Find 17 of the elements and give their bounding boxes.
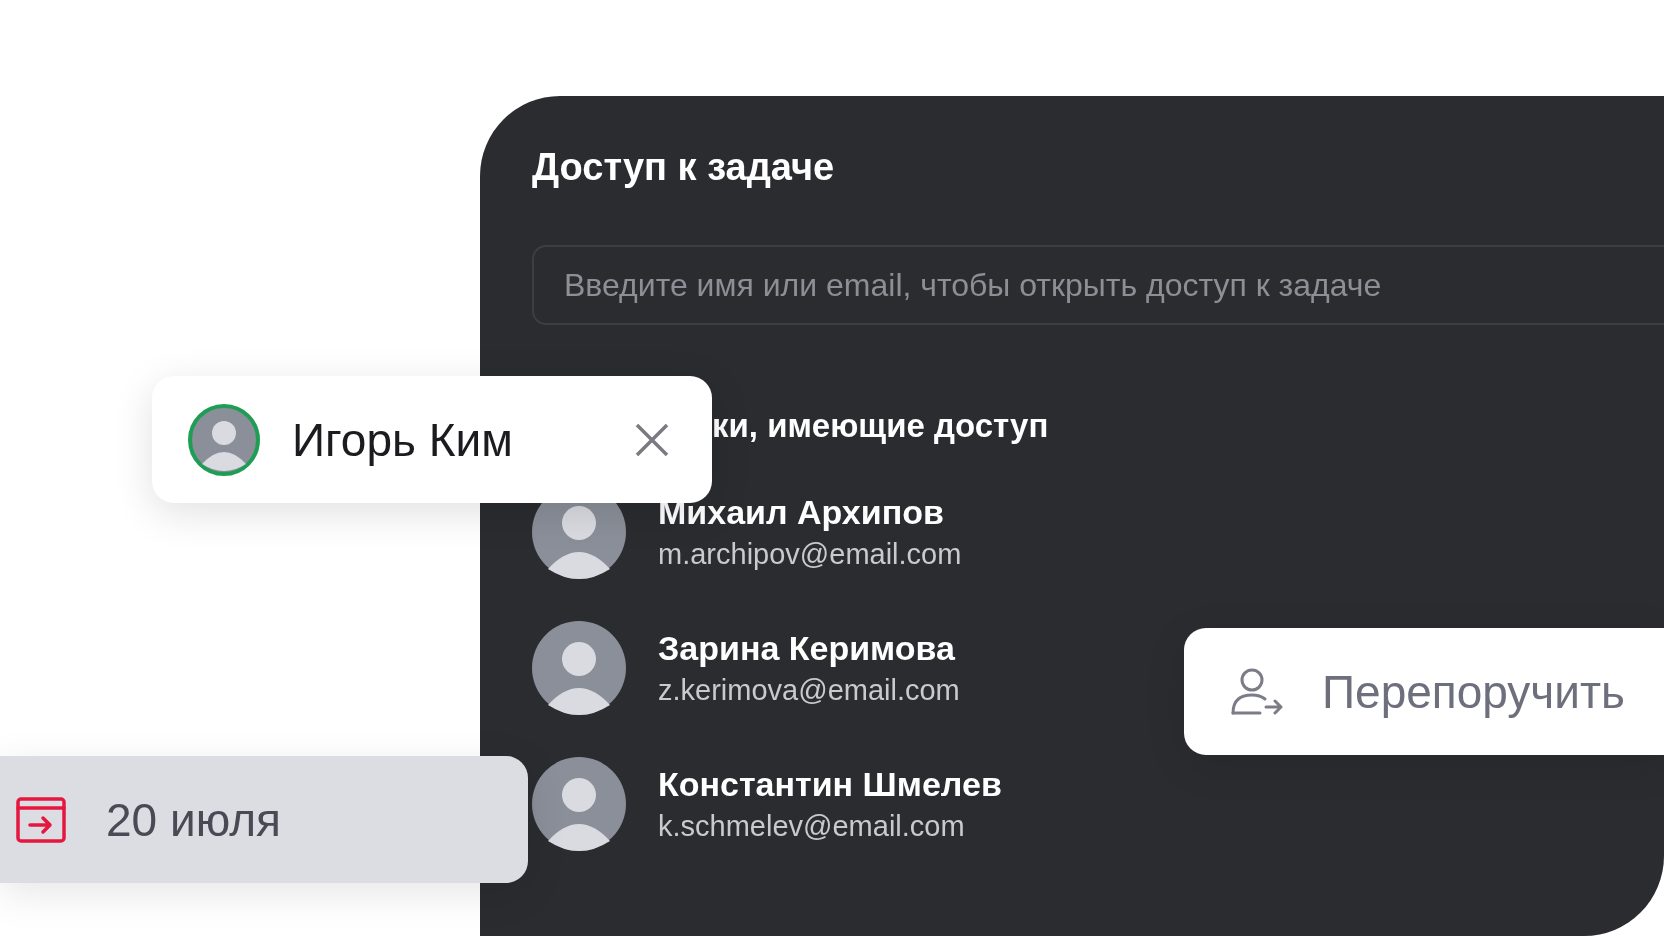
person-email: k.schmelev@email.com — [658, 810, 966, 843]
search-field[interactable]: Введите имя или email, чтобы открыть доступ к задаче — [532, 245, 1664, 325]
section-heading: ки, имеющие доступ — [712, 407, 1050, 445]
panel-title: Доступ к задаче — [532, 146, 836, 189]
person-email: z.kerimova@email.com — [658, 674, 960, 707]
assignee-name: Игорь Ким — [292, 412, 514, 467]
person-name: Константин Шмелев — [658, 765, 1002, 804]
person-arrow-icon — [1230, 666, 1284, 717]
date-label: 20 июля — [106, 792, 281, 847]
person-email: m.archipov@email.com — [658, 538, 962, 571]
reassign-button[interactable]: Перепоручить — [1184, 628, 1664, 755]
avatar-icon — [532, 621, 626, 715]
person-name: Зарина Керимова — [658, 629, 956, 668]
person-name: Михаил Архипов — [658, 493, 945, 532]
avatar-icon — [188, 403, 260, 476]
avatar-icon — [532, 757, 626, 851]
close-icon[interactable] — [634, 421, 670, 458]
